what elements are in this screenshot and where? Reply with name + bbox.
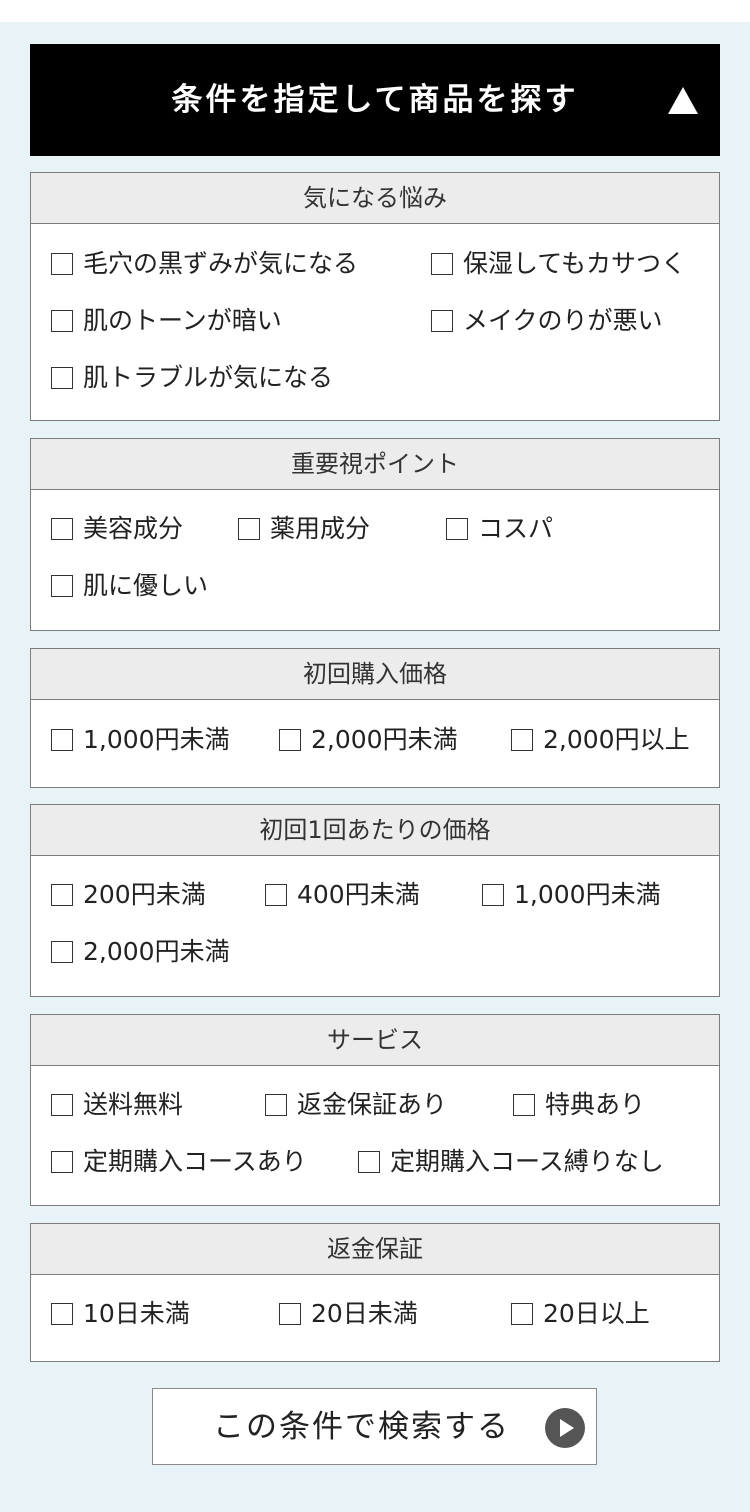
option-label: 美容成分 bbox=[83, 514, 184, 543]
play-circle-icon bbox=[545, 1408, 585, 1448]
option-checkbox[interactable]: 200円未満 bbox=[51, 877, 206, 913]
filter-title: 条件を指定して商品を探す bbox=[171, 82, 579, 118]
section-concerns: 気になる悩み 毛穴の黒ずみが気になる 保湿してもカサつく 肌のトーンが暗い メイ… bbox=[30, 172, 720, 421]
section-title: 初回1回あたりの価格 bbox=[31, 805, 719, 856]
option-checkbox[interactable]: 2,000円未満 bbox=[51, 934, 230, 970]
option-label: 20日未満 bbox=[311, 1299, 418, 1328]
option-checkbox[interactable]: 20日以上 bbox=[511, 1296, 650, 1332]
option-checkbox[interactable]: 肌のトーンが暗い bbox=[51, 303, 282, 339]
option-checkbox[interactable]: 定期購入コース縛りなし bbox=[358, 1144, 664, 1180]
filter-header[interactable]: 条件を指定して商品を探す bbox=[30, 44, 720, 156]
checkbox-icon[interactable] bbox=[51, 310, 73, 332]
option-checkbox[interactable]: 特典あり bbox=[513, 1087, 645, 1123]
search-button-label: この条件で検索する bbox=[213, 1409, 510, 1445]
option-checkbox[interactable]: 薬用成分 bbox=[238, 511, 370, 547]
option-checkbox[interactable]: 定期購入コースあり bbox=[51, 1144, 307, 1180]
section-refund-guarantee: 返金保証 10日未満 20日未満 20日以上 bbox=[30, 1223, 720, 1362]
checkbox-icon[interactable] bbox=[279, 729, 301, 751]
option-label: 保湿してもカサつく bbox=[463, 249, 687, 278]
option-checkbox[interactable]: 2,000円以上 bbox=[511, 722, 690, 758]
option-checkbox[interactable]: 1,000円未満 bbox=[51, 722, 230, 758]
option-checkbox[interactable]: 返金保証あり bbox=[265, 1087, 447, 1123]
section-title: 返金保証 bbox=[31, 1224, 719, 1275]
checkbox-icon[interactable] bbox=[482, 884, 504, 906]
option-checkbox[interactable]: 毛穴の黒ずみが気になる bbox=[51, 246, 358, 282]
option-checkbox[interactable]: 400円未満 bbox=[265, 877, 420, 913]
option-checkbox[interactable]: 美容成分 bbox=[51, 511, 183, 547]
option-checkbox[interactable]: 2,000円未満 bbox=[279, 722, 458, 758]
section-title: サービス bbox=[31, 1015, 719, 1066]
checkbox-icon[interactable] bbox=[431, 253, 453, 275]
option-label: 1,000円未満 bbox=[514, 880, 661, 909]
option-checkbox[interactable]: 送料無料 bbox=[51, 1087, 183, 1123]
checkbox-icon[interactable] bbox=[279, 1303, 301, 1325]
section-priority-points: 重要視ポイント 美容成分 薬用成分 コスパ 肌に優しい bbox=[30, 438, 720, 631]
checkbox-icon[interactable] bbox=[511, 1303, 533, 1325]
checkbox-icon[interactable] bbox=[431, 310, 453, 332]
checkbox-icon[interactable] bbox=[51, 575, 73, 597]
option-label: 送料無料 bbox=[83, 1090, 184, 1119]
option-label: 10日未満 bbox=[83, 1299, 190, 1328]
option-label: 2,000円未満 bbox=[311, 725, 458, 754]
checkbox-icon[interactable] bbox=[51, 1094, 73, 1116]
option-label: 2,000円以上 bbox=[543, 725, 690, 754]
option-label: 20日以上 bbox=[543, 1299, 650, 1328]
option-label: 毛穴の黒ずみが気になる bbox=[83, 249, 359, 278]
section-first-purchase-price: 初回購入価格 1,000円未満 2,000円未満 2,000円以上 bbox=[30, 648, 720, 788]
option-label: 返金保証あり bbox=[297, 1090, 448, 1119]
section-title: 気になる悩み bbox=[31, 173, 719, 224]
section-title: 重要視ポイント bbox=[31, 439, 719, 490]
option-label: 薬用成分 bbox=[270, 514, 371, 543]
checkbox-icon[interactable] bbox=[51, 729, 73, 751]
option-checkbox[interactable]: 肌トラブルが気になる bbox=[51, 360, 333, 396]
option-label: 肌に優しい bbox=[83, 571, 209, 600]
option-label: 特典あり bbox=[545, 1090, 646, 1119]
checkbox-icon[interactable] bbox=[238, 518, 260, 540]
checkbox-icon[interactable] bbox=[265, 884, 287, 906]
option-label: 2,000円未満 bbox=[83, 937, 230, 966]
option-checkbox[interactable]: 保湿してもカサつく bbox=[431, 246, 686, 282]
option-label: 肌のトーンが暗い bbox=[83, 306, 282, 335]
option-label: 1,000円未満 bbox=[83, 725, 230, 754]
option-label: 400円未満 bbox=[297, 880, 420, 909]
page-background: 条件を指定して商品を探す 気になる悩み 毛穴の黒ずみが気になる 保湿してもカサつ… bbox=[0, 22, 750, 1512]
section-price-per-use: 初回1回あたりの価格 200円未満 400円未満 1,000円未満 2,000円… bbox=[30, 804, 720, 997]
section-services: サービス 送料無料 返金保証あり 特典あり 定期購入コースあり 定期購入コース縛… bbox=[30, 1014, 720, 1206]
checkbox-icon[interactable] bbox=[51, 1151, 73, 1173]
option-checkbox[interactable]: 1,000円未満 bbox=[482, 877, 661, 913]
checkbox-icon[interactable] bbox=[358, 1151, 380, 1173]
option-label: 200円未満 bbox=[83, 880, 206, 909]
collapse-triangle-icon[interactable] bbox=[668, 87, 698, 114]
option-checkbox[interactable]: メイクのりが悪い bbox=[431, 303, 663, 339]
checkbox-icon[interactable] bbox=[265, 1094, 287, 1116]
checkbox-icon[interactable] bbox=[446, 518, 468, 540]
option-checkbox[interactable]: コスパ bbox=[446, 511, 553, 547]
option-label: 定期購入コース縛りなし bbox=[390, 1147, 664, 1176]
checkbox-icon[interactable] bbox=[511, 729, 533, 751]
option-label: コスパ bbox=[478, 514, 554, 543]
checkbox-icon[interactable] bbox=[513, 1094, 535, 1116]
option-checkbox[interactable]: 20日未満 bbox=[279, 1296, 418, 1332]
checkbox-icon[interactable] bbox=[51, 884, 73, 906]
search-button[interactable]: この条件で検索する bbox=[152, 1388, 597, 1465]
checkbox-icon[interactable] bbox=[51, 367, 73, 389]
checkbox-icon[interactable] bbox=[51, 518, 73, 540]
option-label: 肌トラブルが気になる bbox=[83, 363, 334, 392]
checkbox-icon[interactable] bbox=[51, 1303, 73, 1325]
option-checkbox[interactable]: 肌に優しい bbox=[51, 568, 208, 604]
checkbox-icon[interactable] bbox=[51, 941, 73, 963]
option-label: メイクのりが悪い bbox=[463, 306, 663, 335]
option-label: 定期購入コースあり bbox=[83, 1147, 307, 1176]
checkbox-icon[interactable] bbox=[51, 253, 73, 275]
section-title: 初回購入価格 bbox=[31, 649, 719, 700]
option-checkbox[interactable]: 10日未満 bbox=[51, 1296, 190, 1332]
